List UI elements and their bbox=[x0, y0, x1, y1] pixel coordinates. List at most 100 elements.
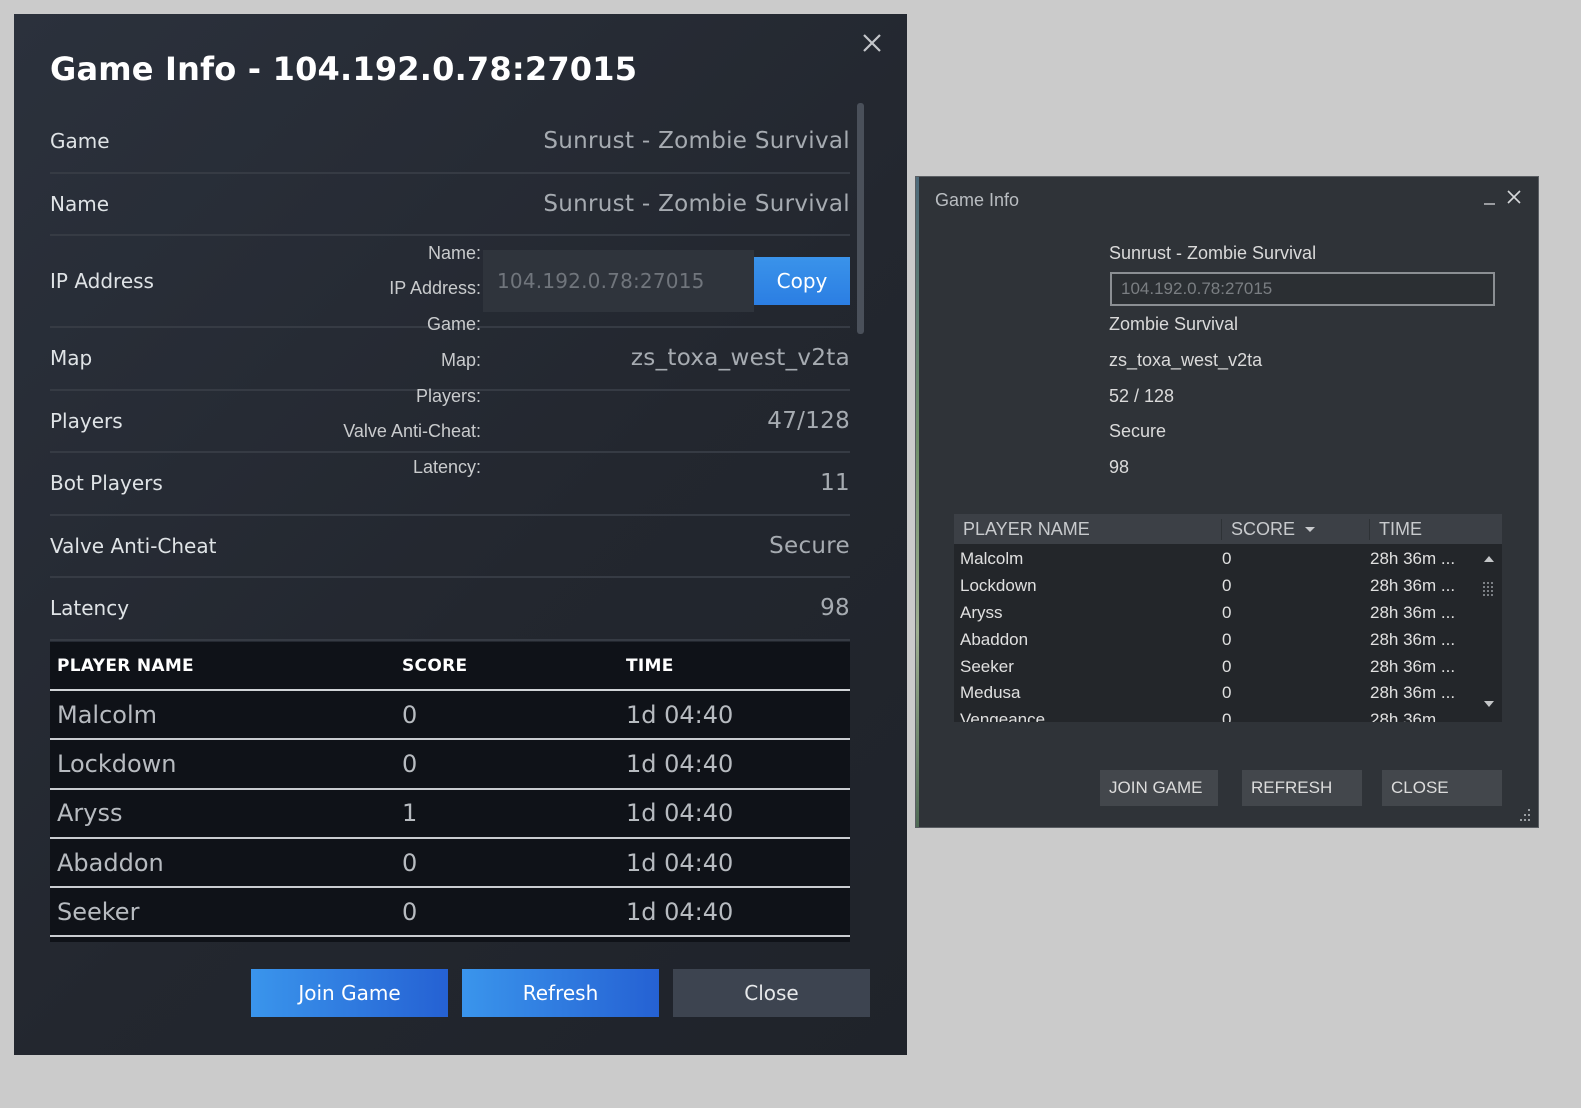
table-row[interactable]: Lockdown 0 1d 04:40 bbox=[50, 740, 850, 790]
scroll-thumb-grip-icon[interactable] bbox=[1482, 581, 1496, 597]
player-score: 0 bbox=[402, 897, 418, 926]
refresh-button[interactable]: Refresh bbox=[462, 969, 659, 1017]
player-time: 1d 04:40 bbox=[626, 848, 734, 877]
table-row[interactable]: Abaddon 0 1d 04:40 bbox=[50, 839, 850, 889]
legacy-game-value: Zombie Survival bbox=[1109, 313, 1239, 334]
column-time[interactable]: TIME bbox=[1370, 519, 1502, 540]
player-name: Malcolm bbox=[960, 549, 1024, 569]
ip-label: IP Address bbox=[50, 269, 154, 293]
player-time: 1d 04:40 bbox=[626, 897, 734, 926]
legacy-name-value: Sunrust - Zombie Survival bbox=[1109, 242, 1317, 263]
ip-group: 104.192.0.78:27015 Copy bbox=[483, 250, 850, 312]
column-score-label: SCORE bbox=[1231, 518, 1296, 539]
dialog-buttons: Join Game Refresh Close bbox=[251, 969, 870, 1017]
player-score: 0 bbox=[1222, 549, 1232, 569]
map-label: Map bbox=[50, 346, 93, 371]
list-item[interactable]: Seeker 0 28h 36m ... bbox=[954, 653, 1502, 680]
legacy-list-rows: Malcolm 0 28h 36m ... Lockdown 0 28h 36m… bbox=[954, 544, 1502, 722]
player-score: 0 bbox=[1222, 629, 1232, 649]
list-item[interactable]: Abaddon 0 28h 36m ... bbox=[954, 626, 1502, 653]
legacy-refresh-button[interactable]: REFRESH bbox=[1242, 770, 1362, 806]
latency-value: 98 bbox=[820, 595, 850, 622]
player-name: Vengeance bbox=[960, 710, 1046, 722]
legacy-map-value: zs_toxa_west_v2ta bbox=[1109, 349, 1263, 370]
column-score[interactable]: SCORE bbox=[402, 656, 626, 676]
player-name: Aryss bbox=[57, 799, 123, 828]
legacy-list-scrollbar[interactable] bbox=[1477, 544, 1502, 722]
legacy-game-info-dialog: Game Info Name: Sunrust - Zombie Surviva… bbox=[343, 176, 1539, 828]
player-table: PLAYER NAME SCORE TIME Malcolm 0 1d 04:4… bbox=[50, 642, 850, 942]
name-label: Name bbox=[50, 191, 110, 216]
vac-row: Valve Anti-Cheat Secure bbox=[50, 516, 850, 578]
background-strip bbox=[916, 177, 919, 827]
list-item[interactable]: Lockdown 0 28h 36m ... bbox=[954, 573, 1502, 600]
legacy-close-button[interactable]: CLOSE bbox=[1382, 770, 1502, 806]
legacy-players-label: Players: bbox=[415, 385, 481, 406]
ip-address-field[interactable]: 104.192.0.78:27015 bbox=[483, 250, 754, 312]
player-score: 1 bbox=[402, 799, 418, 828]
legacy-latency-label: Latency: bbox=[412, 456, 481, 477]
join-game-button[interactable]: Join Game bbox=[251, 969, 448, 1017]
legacy-name-label: Name: bbox=[427, 242, 481, 263]
legacy-dialog-title: Game Info bbox=[935, 190, 1020, 210]
table-row[interactable]: Malcolm 0 1d 04:40 bbox=[50, 691, 850, 741]
player-name: Seeker bbox=[57, 897, 140, 926]
players-value: 47/128 bbox=[767, 407, 850, 434]
player-score: 0 bbox=[1222, 683, 1232, 703]
close-button[interactable]: Close bbox=[673, 969, 870, 1017]
legacy-vac-label: Valve Anti-Cheat: bbox=[343, 420, 481, 441]
list-item[interactable]: Medusa 0 28h 36m ... bbox=[954, 680, 1502, 707]
column-score[interactable]: SCORE bbox=[1222, 518, 1370, 540]
vac-label: Valve Anti-Cheat bbox=[50, 533, 217, 558]
table-row[interactable]: Seeker 0 1d 04:40 bbox=[50, 888, 850, 938]
table-row[interactable]: Aryss 1 1d 04:40 bbox=[50, 790, 850, 839]
vac-value: Secure bbox=[769, 532, 850, 559]
legacy-list-header: PLAYER NAME SCORE TIME bbox=[954, 514, 1502, 544]
close-icon[interactable] bbox=[1505, 188, 1523, 206]
player-name: Aryss bbox=[960, 602, 1003, 622]
player-time: 1d 04:40 bbox=[626, 700, 734, 729]
legacy-ip-label: IP Address: bbox=[389, 277, 481, 298]
player-score: 0 bbox=[402, 749, 418, 778]
copy-button[interactable]: Copy bbox=[754, 257, 850, 305]
minimize-icon[interactable] bbox=[1482, 191, 1498, 207]
player-score: 0 bbox=[1222, 710, 1232, 722]
player-name: Abaddon bbox=[57, 848, 164, 877]
game-row: Game Sunrust - Zombie Survival bbox=[50, 111, 850, 174]
legacy-game-label: Game: bbox=[426, 313, 481, 334]
players-label: Players bbox=[50, 408, 123, 433]
player-name: Medusa bbox=[960, 683, 1021, 703]
player-score: 0 bbox=[402, 700, 418, 729]
legacy-map-label: Map: bbox=[440, 349, 481, 370]
legacy-vac-value: Secure bbox=[1109, 420, 1167, 441]
list-item[interactable]: Malcolm 0 28h 36m ... bbox=[954, 546, 1502, 573]
list-item[interactable]: Vengeance 0 28h 36m ... bbox=[954, 707, 1502, 722]
player-name: Seeker bbox=[960, 656, 1014, 676]
map-value: zs_toxa_west_v2ta bbox=[630, 345, 850, 372]
details-scrollbar[interactable] bbox=[857, 103, 864, 334]
scroll-down-icon[interactable] bbox=[1484, 701, 1494, 707]
player-score: 0 bbox=[1222, 656, 1232, 676]
player-name: Lockdown bbox=[57, 749, 177, 778]
legacy-latency-value: 98 bbox=[1109, 456, 1130, 477]
player-score: 0 bbox=[402, 848, 418, 877]
caret-down-icon bbox=[1305, 526, 1316, 532]
game-info-dialog: Game Info - 104.192.0.78:27015 Game Sunr… bbox=[14, 14, 907, 1055]
name-value: Sunrust - Zombie Survival bbox=[543, 190, 850, 217]
legacy-ip-input[interactable]: 104.192.0.78:27015 bbox=[1110, 272, 1495, 306]
player-time: 1d 04:40 bbox=[626, 799, 734, 828]
name-row: Name Sunrust - Zombie Survival bbox=[50, 174, 850, 236]
column-player-name[interactable]: PLAYER NAME bbox=[50, 656, 402, 676]
server-details: Game Sunrust - Zombie Survival Name Sunr… bbox=[50, 111, 850, 641]
resize-grip-icon[interactable] bbox=[1514, 807, 1532, 823]
dialog-title: Game Info - 104.192.0.78:27015 bbox=[50, 50, 638, 88]
player-name: Abaddon bbox=[960, 629, 1029, 649]
column-player-name[interactable]: PLAYER NAME bbox=[954, 518, 1222, 540]
scroll-up-icon[interactable] bbox=[1484, 556, 1494, 562]
latency-label: Latency bbox=[50, 596, 130, 621]
column-time[interactable]: TIME bbox=[626, 656, 850, 676]
list-item[interactable]: Aryss 0 28h 36m ... bbox=[954, 600, 1502, 627]
game-value: Sunrust - Zombie Survival bbox=[543, 128, 850, 155]
legacy-join-game-button[interactable]: JOIN GAME bbox=[1100, 770, 1218, 806]
close-icon[interactable] bbox=[860, 31, 884, 55]
